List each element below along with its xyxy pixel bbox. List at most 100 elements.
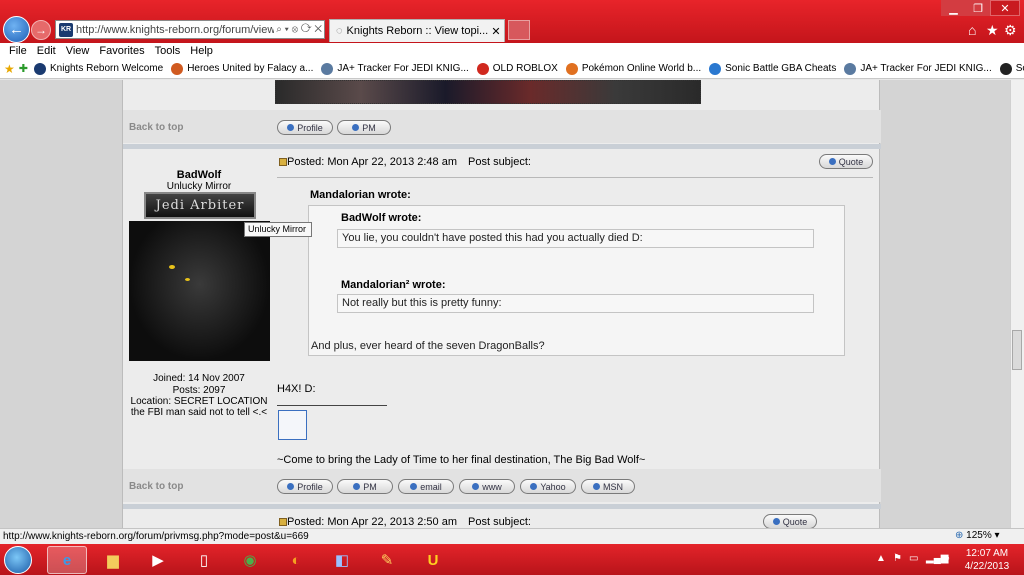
star-icon[interactable]: ★ [986,22,999,39]
minimize-icon: ▁ [949,2,958,15]
inner-quote: Not really but this is pretty funny: [337,294,814,313]
outer-quote-text: And plus, ever heard of the seven Dragon… [311,340,545,352]
www-icon [472,483,480,490]
new-tab-button[interactable] [508,20,530,40]
status-url: http://www.knights-reborn.org/forum/priv… [3,531,309,542]
favorite-icon [565,62,578,75]
browser-icon[interactable]: ◐ [276,546,316,574]
inner-quote-text: Not really but this is pretty funny: [342,297,502,309]
back-to-top-link[interactable]: Back to top [129,122,183,133]
favorite-item[interactable]: Heroes United by Falacy a... [171,62,313,75]
rank-badge-label: Jedi Arbiter [155,198,245,213]
menu-edit[interactable]: Edit [32,45,61,57]
chrome-icon[interactable]: ◉ [230,546,270,574]
clock-time: 12:07 AM [965,548,1009,559]
scrollbar-thumb[interactable] [1012,330,1022,370]
favorite-item[interactable]: JA+ Tracker For JEDI KNIG... [844,62,992,75]
favorite-item[interactable]: Knights Reborn Welcome [33,62,163,75]
back-button[interactable]: ← [3,16,30,43]
yahoo-button[interactable]: Yahoo [520,479,576,494]
menu-tools[interactable]: Tools [150,45,186,57]
profile-button[interactable]: Profile [277,479,333,494]
system-clock[interactable]: 12:07 AM 4/22/2013 [960,547,1014,573]
tab-close-icon[interactable]: ✕ [488,25,504,38]
media-player-icon[interactable]: ▶ [138,546,178,574]
menu-favorites[interactable]: Favorites [94,45,149,57]
application-icon[interactable]: ◧ [322,546,362,574]
quote-button[interactable]: Quote [819,154,873,169]
restore-button[interactable]: ❐ [966,0,990,16]
inner-quote-author: Mandalorian² wrote: [341,279,446,291]
gear-icon[interactable]: ⚙ [1004,22,1017,39]
favorite-icon [171,62,184,75]
profile-button[interactable]: Profile [277,120,333,135]
arrow-left-icon: ← [9,21,24,38]
signature-image-placeholder [278,410,307,440]
start-button[interactable] [4,546,32,574]
favorite-item[interactable]: JA+ Tracker For JEDI KNIG... [321,62,469,75]
tray-monitor-icon[interactable]: ▭ [909,553,918,564]
vertical-scrollbar[interactable] [1010,80,1024,528]
post-body: H4X! D: [277,383,316,395]
arrow-right-icon: → [35,23,47,37]
pm-button[interactable]: PM [337,120,391,135]
rank-tooltip: Unlucky Mirror [244,222,312,237]
menu-file[interactable]: File [4,45,32,57]
favorite-item[interactable]: Pokémon Online World b... [565,62,701,75]
msn-icon [593,483,600,490]
favorite-icon [709,62,722,75]
post-footer-row [123,110,881,143]
favorite-item[interactable]: Sonic Wrecks Music [999,62,1024,75]
email-icon [410,483,418,490]
post-author-rank: Unlucky Mirror [166,181,232,192]
close-icon: ✕ [1000,2,1010,15]
document-icon[interactable]: ▯ [184,546,224,574]
restore-icon: ❐ [973,2,983,15]
forward-button[interactable]: → [31,20,51,40]
menu-bar: File Edit View Favorites Tools Help [0,43,1024,59]
internet-explorer-icon[interactable]: e [47,546,87,574]
add-favorite-icon[interactable]: ✚ [19,62,28,75]
profile-icon [287,124,295,131]
minimize-button[interactable]: ▁ [941,0,966,16]
loading-icon: ◌ [336,25,343,37]
post-date: Posted: Mon Apr 22, 2013 2:48 am [287,156,458,168]
address-url[interactable]: http://www.knights-reborn.org/forum/view… [76,24,274,36]
zoom-level[interactable]: ⊕ 125% ▾ [955,530,1000,541]
msn-button[interactable]: MSN [581,479,635,494]
tray-flag-icon[interactable]: ⚑ [893,553,902,564]
email-button[interactable]: email [398,479,454,494]
back-to-top-link[interactable]: Back to top [129,481,183,492]
volume-icon[interactable]: ♪ [945,553,950,564]
favorite-item[interactable]: OLD ROBLOX [476,62,558,75]
www-button[interactable]: www [459,479,515,494]
game-icon[interactable]: U [413,546,453,574]
status-bar: http://www.knights-reborn.org/forum/priv… [0,528,1024,544]
quote-button[interactable]: Quote [763,514,817,528]
address-bar[interactable]: KR http://www.knights-reborn.org/forum/v… [55,20,325,39]
outer-quote-author: Mandalorian wrote: [310,189,411,201]
tooltip-text: Unlucky Mirror [248,224,307,234]
favorites-star-icon[interactable]: ★ [4,62,15,76]
menu-help[interactable]: Help [185,45,218,57]
signature-divider [277,405,387,406]
profile-icon [287,483,295,490]
home-icon[interactable]: ⌂ [968,22,976,38]
folder-icon[interactable]: ▆ [93,546,133,574]
tray-expand-icon[interactable]: ▲ [876,553,886,564]
menu-view[interactable]: View [61,45,95,57]
close-window-button[interactable]: ✕ [990,0,1020,16]
tab-title: Knights Reborn :: View topi... [346,25,488,37]
site-favicon-icon: KR [59,22,73,37]
pm-button[interactable]: PM [337,479,393,494]
address-controls-icon[interactable]: ⌕ ▾ ⊗ ⟳ ✕ [274,24,324,35]
favorite-item[interactable]: Sonic Battle GBA Cheats [709,62,836,75]
paint-icon[interactable]: ✎ [367,546,407,574]
favorite-icon [476,62,489,75]
post-icon [279,518,287,526]
tab-knights-reborn[interactable]: ◌ Knights Reborn :: View topi... ✕ [329,19,505,42]
wolf-eye-icon [169,265,175,269]
yahoo-icon [530,483,538,490]
post-author-name[interactable]: BadWolf [123,169,275,181]
signature-text: ~Come to bring the Lady of Time to her f… [277,454,646,466]
